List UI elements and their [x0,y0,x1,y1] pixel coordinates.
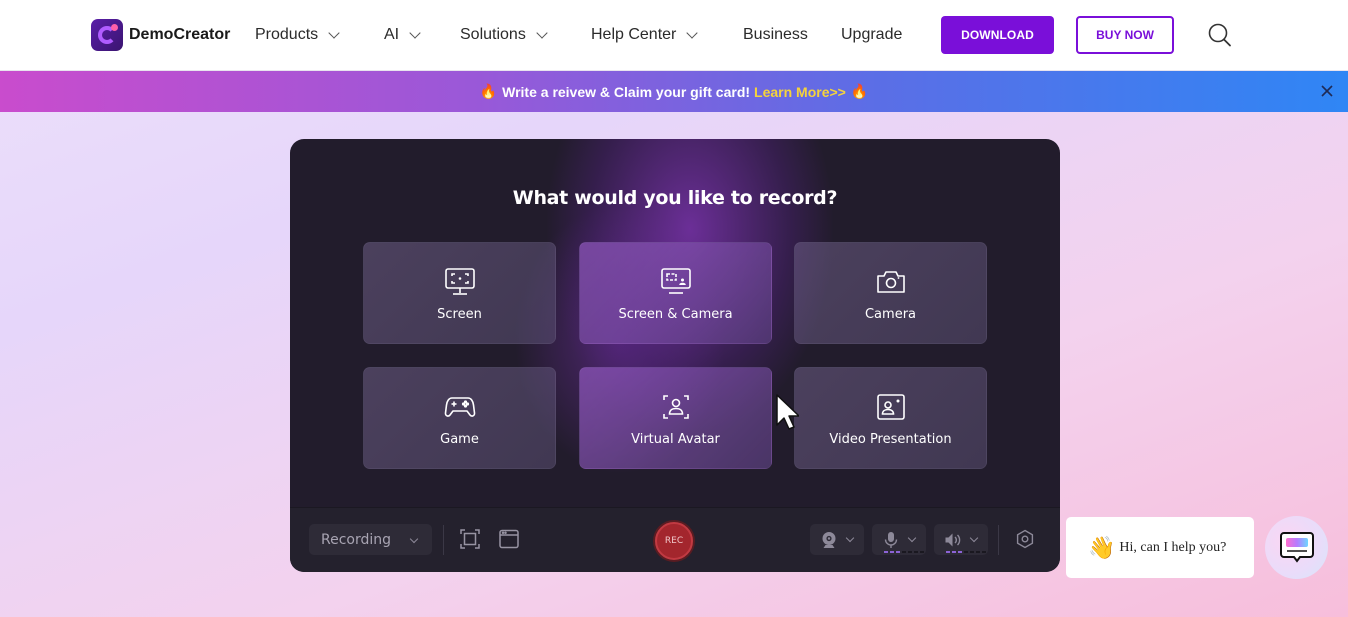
level-segment [958,551,962,553]
nav-upgrade[interactable]: Upgrade [841,26,902,44]
gamepad-icon [444,397,475,417]
promo-banner: 🔥 Write a reivew & Claim your gift card!… [0,71,1348,112]
tile-video-presentation[interactable]: Video Presentation [794,367,987,469]
chevron-down-icon [907,533,917,543]
tile-label: Virtual Avatar [631,432,720,447]
window-capture-icon[interactable] [498,528,520,550]
tile-screen-camera[interactable]: Screen & Camera [579,242,772,344]
fire-emoji-icon: 🔥 [850,83,869,99]
download-button[interactable]: DOWNLOAD [941,16,1054,54]
nav-ai-label: AI [384,26,400,43]
level-segment [890,551,894,553]
level-segment [896,551,900,553]
search-icon[interactable] [1207,22,1233,48]
chat-icon [1279,531,1314,563]
brand-name: DemoCreator [129,26,231,43]
tile-camera[interactable]: Camera [794,242,987,344]
tile-label: Screen & Camera [618,307,733,322]
monitor-capture-icon [444,268,475,295]
recorder-toolbar: Recording REC [290,507,1060,572]
buy-now-button[interactable]: BUY NOW [1076,16,1174,54]
tile-label: Camera [864,307,917,322]
nav-ai[interactable]: AI [384,26,421,44]
chevron-down-icon [409,27,421,39]
chevron-down-icon [536,27,548,39]
chevron-down-icon [686,27,699,39]
mic-level-meter [884,551,924,553]
tile-game[interactable]: Game [363,367,556,469]
tile-virtual-avatar[interactable]: Virtual Avatar [579,367,772,469]
speaker-toggle[interactable] [934,524,988,555]
level-segment [964,551,968,553]
level-segment [914,551,918,553]
fullscreen-region-icon[interactable] [459,528,481,550]
level-segment [908,551,912,553]
chevron-down-icon [845,533,855,543]
chevron-down-icon [328,27,340,39]
mouse-cursor-icon [776,394,799,430]
level-segment [884,551,888,553]
settings-icon[interactable] [1014,528,1036,550]
speaker-icon [945,533,961,547]
level-segment [976,551,980,553]
tile-screen[interactable]: Screen [363,242,556,344]
level-segment [946,551,950,553]
recorder-panel: What would you like to record? Screen Sc… [290,139,1060,572]
level-segment [970,551,974,553]
site-header: DemoCreator Products AI Solutions Help C… [0,0,1348,71]
record-button[interactable]: REC [655,522,693,560]
divider [998,525,999,555]
chat-open-button[interactable] [1265,516,1328,579]
microphone-toggle[interactable] [872,524,926,555]
camera-icon [876,271,905,293]
promo-text: Write a reivew & Claim your gift card! [502,83,751,100]
nav-solutions-label: Solutions [460,26,526,43]
democreator-logo-icon [91,19,123,51]
recorder-title: What would you like to record? [512,187,838,209]
nav-help-center-label: Help Center [591,26,677,43]
waving-hand-icon: 👋 [1088,534,1116,560]
avatar-frame-icon [662,395,689,419]
divider [443,525,444,555]
fire-emoji-icon: 🔥 [479,83,498,99]
recording-mode-select[interactable]: Recording [309,524,432,555]
nav-business[interactable]: Business [743,26,808,44]
nav-solutions[interactable]: Solutions [460,26,548,44]
webcam-toggle[interactable] [810,524,864,555]
brand-logo[interactable]: DemoCreator [91,19,230,51]
nav-upgrade-label: Upgrade [841,26,903,43]
speaker-level-meter [946,551,986,553]
tile-label: Game [440,432,479,447]
level-segment [982,551,986,553]
chat-greeting-bubble[interactable]: 👋 Hi, can I help you? [1066,517,1254,578]
learn-more-link[interactable]: Learn More>> [754,84,846,100]
level-segment [920,551,924,553]
monitor-person-icon [660,268,691,294]
level-segment [902,551,906,553]
nav-business-label: Business [743,26,808,43]
chat-greeting-text: Hi, can I help you? [1119,539,1227,555]
nav-help-center[interactable]: Help Center [591,26,699,44]
webcam-icon [822,532,836,548]
close-icon[interactable] [1320,84,1334,98]
microphone-icon [884,532,898,548]
chevron-down-icon [969,533,979,543]
presentation-icon [876,394,905,420]
tile-label: Screen [437,307,482,322]
tile-label: Video Presentation [829,432,952,447]
level-segment [952,551,956,553]
nav-products-label: Products [255,26,319,43]
nav-products[interactable]: Products [255,26,340,44]
recording-mode-value: Recording [321,531,392,548]
chevron-down-icon [409,534,419,544]
